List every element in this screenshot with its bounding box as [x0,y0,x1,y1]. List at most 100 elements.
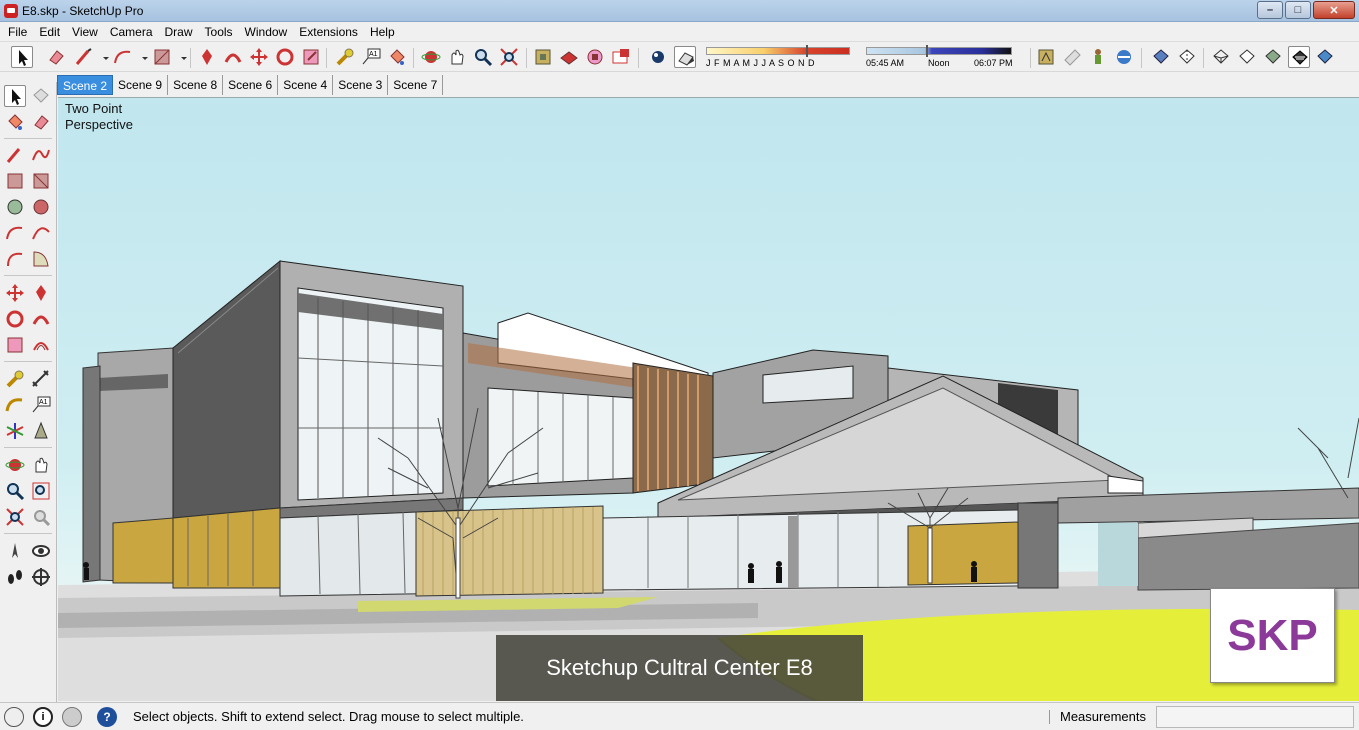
follow-me-icon-left[interactable] [30,308,52,330]
tab-scene-3[interactable]: Scene 3 [333,75,389,95]
position-camera-icon-left[interactable] [4,540,26,562]
line-dropdown-icon[interactable] [95,46,109,68]
previous-view-icon[interactable] [30,506,52,528]
scale-icon[interactable] [4,334,26,356]
menu-file[interactable]: File [2,22,33,42]
geo-location-icon[interactable] [4,707,24,727]
style-monochrome-icon[interactable] [1314,46,1336,68]
menu-window[interactable]: Window [239,22,294,42]
arc-tool-icon[interactable] [112,46,134,68]
3d-text-icon[interactable] [30,420,52,442]
text-icon-left[interactable]: A1 [30,394,52,416]
zoom-icon[interactable] [4,480,26,502]
share-component-icon[interactable] [584,46,606,68]
two-point-arc-icon[interactable] [30,222,52,244]
style-wireframe-icon[interactable] [1210,46,1232,68]
follow-me-icon[interactable] [222,46,244,68]
move-tool-icon[interactable] [248,46,270,68]
axes-icon[interactable] [4,420,26,442]
position-camera-icon[interactable] [1035,46,1057,68]
arc-icon[interactable] [4,222,26,244]
orbit-tool-icon[interactable] [420,46,442,68]
maximize-button[interactable]: □ [1285,1,1311,19]
tab-scene-7[interactable]: Scene 7 [388,75,444,95]
look-around-icon[interactable] [1087,46,1109,68]
tab-scene-4[interactable]: Scene 4 [278,75,334,95]
menu-extensions[interactable]: Extensions [293,22,364,42]
rectangle-icon[interactable] [4,170,26,192]
push-pull-icon[interactable] [196,46,218,68]
rotate-icon[interactable] [4,308,26,330]
push-pull-icon-left[interactable] [30,282,52,304]
shape-tool-icon[interactable] [151,46,173,68]
style-hidden-line-icon[interactable] [1236,46,1258,68]
menu-tools[interactable]: Tools [199,22,239,42]
polygon-icon[interactable] [30,196,52,218]
style-shaded-textures-icon[interactable] [1288,46,1310,68]
style-xray-icon[interactable] [1150,46,1172,68]
menu-view[interactable]: View [66,22,104,42]
arc-dropdown-icon[interactable] [134,46,148,68]
share-model-icon[interactable] [558,46,580,68]
help-icon[interactable]: ? [97,707,117,727]
paint-bucket-icon-left[interactable] [4,111,26,133]
make-component-icon[interactable] [30,85,52,107]
walk-icon[interactable] [4,566,26,588]
style-backedges-icon[interactable] [1176,46,1198,68]
scale-tool-icon[interactable] [300,46,322,68]
tab-scene-2[interactable]: Scene 2 [57,75,114,95]
extension-warehouse-icon[interactable] [610,46,632,68]
orbit-icon[interactable] [4,454,26,476]
menu-edit[interactable]: Edit [33,22,66,42]
circle-icon[interactable] [4,196,26,218]
offset-icon[interactable] [30,334,52,356]
dimension-icon[interactable] [30,368,52,390]
zoom-tool-icon[interactable] [472,46,494,68]
shape-dropdown-icon[interactable] [173,46,187,68]
3d-warehouse-icon[interactable] [532,46,554,68]
menu-help[interactable]: Help [364,22,401,42]
walk-tool-icon[interactable] [1061,46,1083,68]
pan-icon[interactable] [30,454,52,476]
three-point-arc-icon[interactable] [4,248,26,270]
shadow-date-thumb[interactable] [806,45,808,57]
move-icon[interactable] [4,282,26,304]
pan-tool-icon[interactable] [446,46,468,68]
minimize-button[interactable]: – [1257,1,1283,19]
menu-draw[interactable]: Draw [159,22,199,42]
shadow-time-slider[interactable] [866,47,1012,55]
pencil-icon[interactable] [4,144,26,166]
shadow-settings-icon[interactable] [647,46,669,68]
freehand-icon[interactable] [30,144,52,166]
select-tool-icon[interactable] [11,46,33,68]
eraser-tool-icon[interactable] [45,46,67,68]
user-account-icon[interactable] [62,707,82,727]
tab-scene-6[interactable]: Scene 6 [223,75,279,95]
eraser-icon-left[interactable] [30,111,52,133]
measurements-input[interactable] [1156,706,1354,728]
rotated-rectangle-icon[interactable] [30,170,52,192]
display-shadows-icon[interactable] [674,46,696,68]
protractor-icon[interactable] [4,394,26,416]
section-plane-icon-left[interactable] [30,566,52,588]
rotate-tool-icon[interactable] [274,46,296,68]
credits-info-icon[interactable]: i [33,707,53,727]
pie-icon[interactable] [30,248,52,270]
menu-camera[interactable]: Camera [104,22,159,42]
tab-scene-8[interactable]: Scene 8 [168,75,224,95]
style-shaded-icon[interactable] [1262,46,1284,68]
zoom-extents-icon-left[interactable] [4,506,26,528]
section-plane-icon[interactable] [1113,46,1135,68]
paint-bucket-icon[interactable] [386,46,408,68]
tape-measure-icon-left[interactable] [4,368,26,390]
shadow-date-slider[interactable] [706,47,850,55]
shadow-time-thumb[interactable] [926,45,928,57]
look-around-icon-left[interactable] [30,540,52,562]
tape-measure-icon[interactable] [334,46,356,68]
select-icon[interactable] [4,85,26,107]
modeling-viewport[interactable]: Two Point Perspective Sketchup Cultral C… [58,97,1359,701]
close-button[interactable]: ✕ [1313,1,1355,19]
zoom-window-icon[interactable] [30,480,52,502]
tab-scene-9[interactable]: Scene 9 [113,75,169,95]
zoom-extents-icon[interactable] [498,46,520,68]
